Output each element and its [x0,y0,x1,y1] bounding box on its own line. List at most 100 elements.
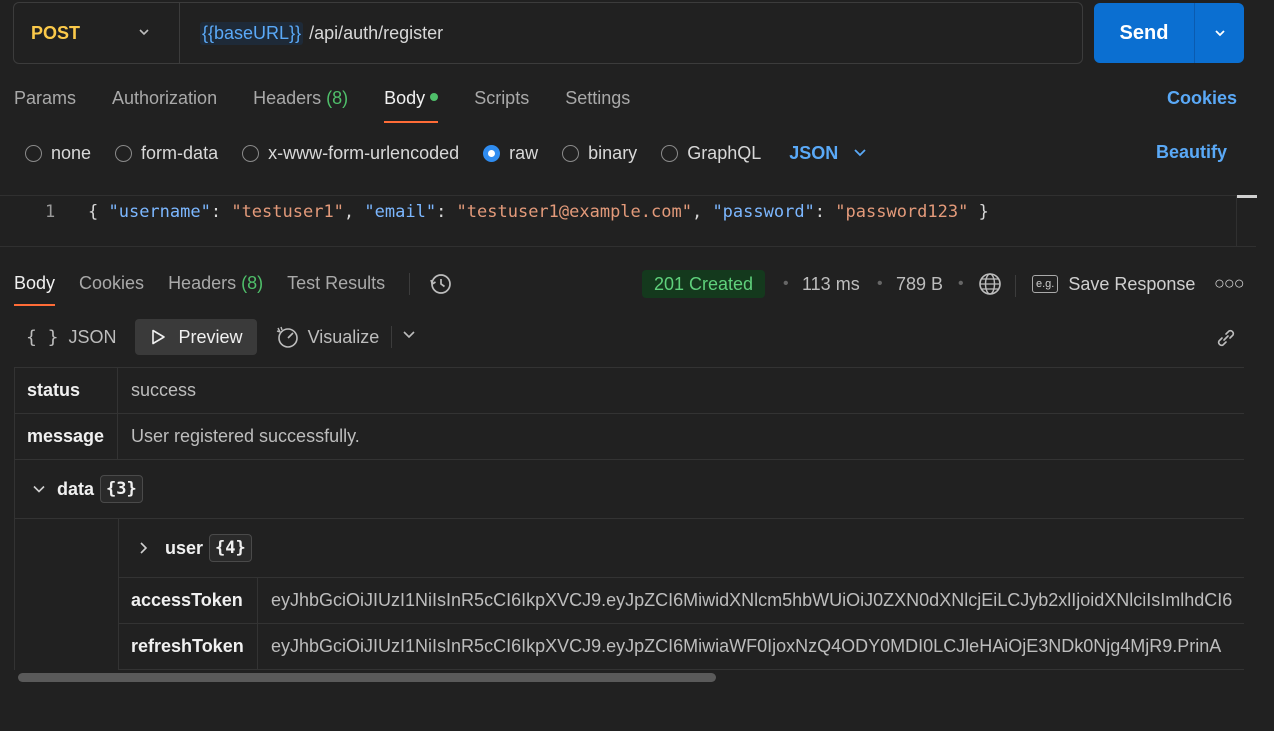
tab-authorization[interactable]: Authorization [112,86,217,123]
chevron-down-icon [854,149,866,157]
divider [409,273,411,295]
row-value: eyJhbGciOiJIUzI1NiIsInR5cCI6IkpXVCJ9.eyJ… [271,636,1222,656]
code-key: "email" [364,202,437,222]
indent-cell [15,519,119,670]
radio-binary-label: binary [588,142,638,163]
radio-circle [115,144,133,162]
code-string: "testuser1" [231,202,344,222]
view-visualize-label: Visualize [307,326,380,347]
chevron-down-icon[interactable] [398,327,420,348]
code-string: "testuser1@example.com" [456,202,692,222]
object-count-badge: {3} [100,475,143,503]
body-editor[interactable]: 1 { "username": "testuser1", "email": "t… [0,195,1256,247]
url-bar: POST {{baseURL}} /api/auth/register [13,2,1083,64]
code-brace: { [88,202,109,222]
radio-graphql[interactable]: GraphQL [661,143,761,164]
row-value: eyJhbGciOiJIUzI1NiIsInR5cCI6IkpXVCJ9.eyJ… [271,590,1233,610]
view-json-label: JSON [68,326,117,347]
tab-scripts[interactable]: Scripts [474,86,529,123]
resp-tab-body[interactable]: Body [14,268,56,306]
resp-headers-count: (8) [241,273,264,293]
table-row: message User registered successfully. [14,414,1244,460]
format-label: JSON [789,142,839,163]
request-tabs: Params Authorization Headers (8) Body Sc… [14,86,666,124]
history-icon[interactable] [428,271,454,302]
tab-params[interactable]: Params [14,86,76,123]
tab-body-label: Body [384,88,426,108]
globe-icon[interactable] [977,271,1003,302]
send-button-group: Send [1094,3,1244,63]
save-response-button[interactable]: e.g. Save Response [1032,270,1195,298]
radio-graphql-label: GraphQL [687,142,762,163]
resp-tab-cookies[interactable]: Cookies [79,268,144,306]
table-row: refreshToken eyJhbGciOiJIUzI1NiIsInR5cCI… [119,624,1244,670]
view-preview[interactable]: Preview [134,319,257,355]
link-icon[interactable] [1214,326,1238,355]
cookies-link[interactable]: Cookies [1167,88,1237,109]
response-size[interactable]: 789 B [896,270,943,298]
row-key: message [14,414,118,459]
radio-circle-selected [483,144,501,162]
radio-circle [25,144,42,162]
method-label: POST [31,22,81,43]
tab-settings[interactable]: Settings [565,86,630,123]
row-key: data [57,478,95,499]
horizontal-scrollbar[interactable] [18,673,716,682]
headers-count: (8) [326,88,349,108]
send-options-button[interactable] [1195,3,1244,63]
resp-tab-test-results[interactable]: Test Results [287,268,385,306]
status-badge[interactable]: 201 Created [642,270,766,298]
radio-form-data-label: form-data [141,142,219,163]
nested-table: user {4} accessToken eyJhbGciOiJIUzI1NiI… [119,519,1244,670]
radio-urlencoded[interactable]: x-www-form-urlencoded [242,143,459,164]
tab-headers-label: Headers [253,88,322,108]
divider [1015,275,1016,297]
radio-raw-label: raw [509,142,539,163]
radio-none[interactable]: none [25,143,91,164]
radio-raw[interactable]: raw [483,143,538,164]
braces-icon: { } [26,326,59,348]
tab-body[interactable]: Body [384,86,439,123]
user-group-row[interactable]: user {4} [119,519,1244,578]
code-line: { "username": "testuser1", "email": "tes… [88,202,989,222]
table-row: status success [14,368,1244,414]
body-type-selector: none form-data x-www-form-urlencoded raw… [25,141,874,165]
url-variable: {{baseURL}} [200,21,304,45]
example-icon: e.g. [1032,275,1059,293]
meta-separator: • [783,275,789,292]
body-modified-dot [430,93,439,102]
editor-scrollbar[interactable] [1236,195,1257,247]
radio-none-label: none [51,142,92,163]
radio-circle [661,144,679,162]
tab-headers[interactable]: Headers (8) [253,86,348,123]
view-json[interactable]: { } JSON [14,327,129,348]
more-options-icon[interactable]: ○○○ [1214,270,1245,296]
url-input[interactable]: {{baseURL}} /api/auth/register [180,21,444,45]
view-visualize[interactable]: Visualize [275,325,380,349]
radio-binary[interactable]: binary [562,143,637,164]
chevron-down-icon [1214,30,1225,37]
method-select[interactable]: POST [14,3,180,63]
response-time[interactable]: 113 ms [802,270,860,298]
data-group-row[interactable]: data {3} [14,460,1244,519]
divider [391,326,393,348]
chevron-down-icon [137,23,151,44]
response-table: status success message User registered s… [14,367,1244,670]
object-count-badge: {4} [209,534,252,562]
line-number: 1 [45,202,56,222]
row-key: accessToken [119,578,258,623]
visualize-icon [276,326,298,348]
beautify-button[interactable]: Beautify [1156,142,1227,163]
format-select[interactable]: JSON [789,143,874,164]
save-response-label: Save Response [1068,273,1196,294]
row-value: success [131,380,197,400]
row-key: refreshToken [119,624,258,669]
radio-urlencoded-label: x-www-form-urlencoded [268,142,460,163]
url-path: /api/auth/register [309,22,444,43]
resp-tab-headers[interactable]: Headers (8) [168,268,263,306]
row-key: status [14,368,118,413]
send-button[interactable]: Send [1094,3,1195,63]
resp-tab-headers-label: Headers [168,273,237,293]
radio-form-data[interactable]: form-data [115,143,218,164]
response-view-bar: { } JSON Preview Visualize [14,319,1244,355]
